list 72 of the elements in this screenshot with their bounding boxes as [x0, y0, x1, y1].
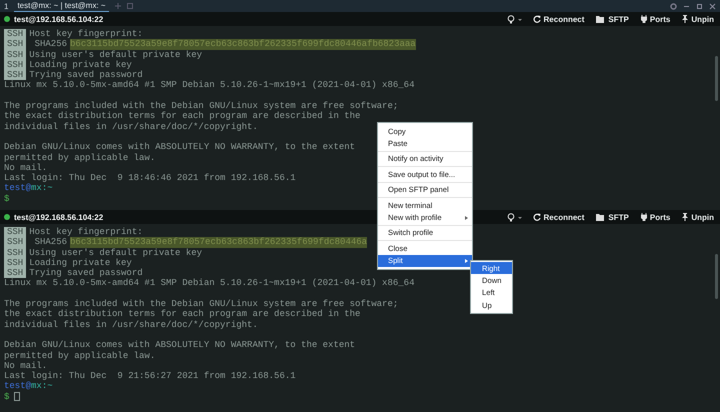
terminal-line: the exact distribution terms for each program are described in the: [4, 309, 360, 320]
terminal-line: individual files in /usr/share/doc/*/copyright.: [4, 320, 258, 330]
terminal-line: Trying saved password: [29, 70, 143, 80]
close-icon[interactable]: [709, 2, 716, 10]
ssh-badge: SSH: [4, 39, 26, 50]
ssh-badge: SSH: [4, 258, 26, 268]
terminal-line: Using user's default private key: [29, 248, 202, 258]
folder-icon: [596, 16, 606, 22]
prompt-at: @: [26, 381, 32, 392]
prompt-path: :~: [42, 183, 53, 194]
terminal-line: The programs included with the Debian GNU/Linux system are free software;: [4, 299, 398, 310]
prompt-path: :~: [42, 381, 53, 392]
terminal-line: The programs included with the Debian GNU/Linux system are free software;: [4, 101, 398, 112]
tab-number: 1: [4, 2, 8, 10]
lightbulb-icon[interactable]: [506, 212, 523, 222]
ssh-badge: SSH: [4, 60, 26, 70]
ssh-badge: SSH: [4, 268, 26, 278]
terminal-line: Loading private key: [29, 258, 132, 268]
terminal-line: Host key fingerprint:: [29, 29, 143, 40]
plug-icon: [640, 213, 647, 221]
ssh-badge: SSH: [4, 50, 26, 60]
prompt-user: test: [4, 381, 26, 392]
reload-icon: [532, 213, 541, 221]
scrollbar-thumb[interactable]: [715, 56, 718, 101]
terminal-line: Last login: Thu Dec 9 18:46:46 2021 from 192.168.56.1: [4, 173, 296, 184]
prompt-host: mx: [31, 183, 42, 194]
lightbulb-icon[interactable]: [506, 14, 523, 24]
sftp-button[interactable]: SFTP: [594, 212, 631, 222]
terminal-line: Debian GNU/Linux comes with ABSOLUTELY NO WARRANTY, to the extent: [4, 142, 356, 153]
terminal-line: individual files in /usr/share/doc/*/copyright.: [4, 122, 258, 132]
ssh-badge: SSH: [4, 248, 26, 258]
reconnect-button[interactable]: Reconnect: [530, 212, 586, 222]
pin-icon: [682, 213, 688, 221]
pin-icon: [682, 15, 688, 23]
terminal-line: No mail.: [4, 360, 48, 372]
plug-icon: [640, 15, 647, 23]
folder-icon: [596, 214, 606, 220]
session-title: test@192.168.56.104:22: [14, 212, 104, 222]
terminal-line: the exact distribution terms for each program are described in the: [4, 111, 360, 122]
prompt-at: @: [26, 183, 32, 194]
prompt-user: test: [4, 183, 26, 194]
text-cursor: [14, 392, 20, 401]
prompt-symbol: $: [4, 392, 10, 402]
terminal-line: permitted by applicable law.: [4, 152, 156, 163]
ports-button[interactable]: Ports: [638, 14, 672, 24]
session-title: test@192.168.56.104:22: [14, 14, 104, 24]
terminal-line: Linux mx 5.10.0-5mx-amd64 #1 SMP Debian 5.10.26-1~mx19+1 (2021-04-01) x86_64: [4, 80, 414, 91]
terminal-line: Linux mx 5.10.0-5mx-amd64 #1 SMP Debian 5.10.26-1~mx19+1 (2021-04-01) x86_64: [4, 278, 414, 289]
terminal-line: Using user's default private key: [29, 50, 202, 60]
unpin-button[interactable]: Unpin: [680, 14, 716, 24]
terminal-line: Last login: Thu Dec 9 21:56:27 2021 from 192.168.56.1: [4, 371, 296, 382]
terminal-line: Trying saved password: [29, 268, 143, 278]
terminal-line: Loading private key: [29, 60, 132, 70]
unpin-button[interactable]: Unpin: [680, 212, 716, 222]
hash-label: SHA256: [34, 237, 68, 248]
ssh-badge: SSH: [4, 70, 26, 80]
terminal-line: No mail.: [4, 162, 48, 174]
terminal-line: permitted by applicable law.: [4, 350, 156, 361]
terminal-line: Host key fingerprint:: [29, 227, 143, 238]
ssh-badge: SSH: [4, 29, 26, 40]
prompt-symbol: $: [4, 194, 10, 204]
hash-label: SHA256: [34, 39, 68, 50]
ports-button[interactable]: Ports: [638, 212, 672, 222]
sftp-button[interactable]: SFTP: [594, 14, 631, 24]
prompt-host: mx: [31, 381, 42, 392]
terminal-line: Debian GNU/Linux comes with ABSOLUTELY NO WARRANTY, to the extent: [4, 340, 356, 351]
reload-icon: [532, 15, 541, 23]
reconnect-button[interactable]: Reconnect: [530, 14, 586, 24]
maximize-icon[interactable]: [696, 2, 703, 10]
ssh-badge: SSH: [4, 237, 26, 248]
scrollbar-thumb[interactable]: [715, 254, 718, 299]
ssh-badge: SSH: [4, 227, 26, 238]
